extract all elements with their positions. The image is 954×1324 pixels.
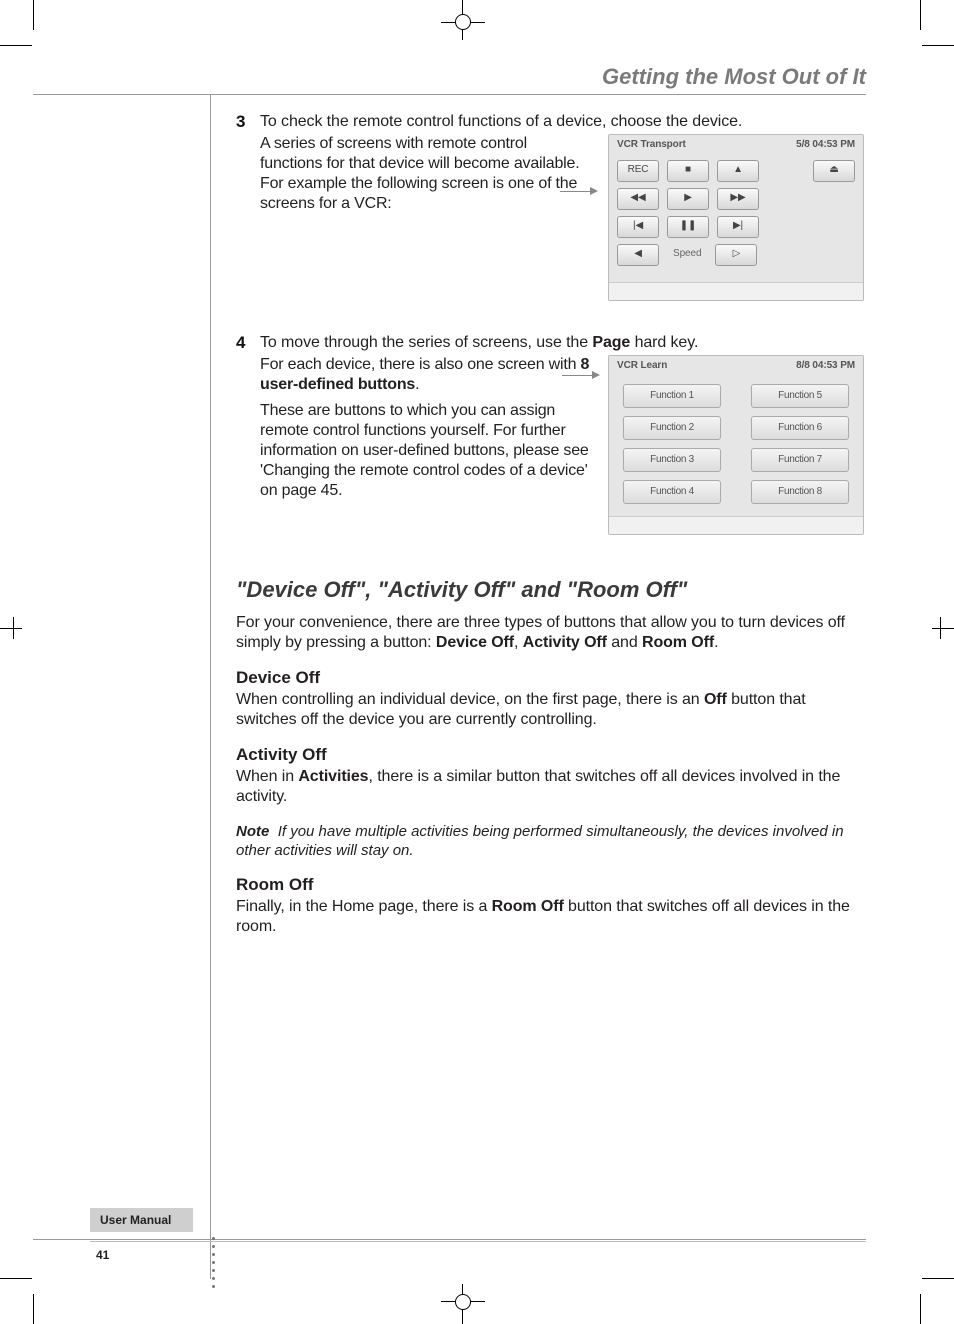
section-heading: "Device Off", "Activity Off" and "Room O… [236,577,864,603]
figure-vcr-transport: VCR Transport 5/8 04:53 PM REC ■ ▲ ⏏ [608,134,864,301]
paragraph: When controlling an individual device, o… [236,690,864,731]
figure-clock: 8/8 04:53 PM [796,360,855,373]
crop-mark [920,1294,921,1324]
step-body: To move through the series of screens, u… [260,333,864,536]
footer-rule [33,1239,866,1240]
step-text: For each device, there is also one scree… [260,355,590,536]
header-rule [33,94,866,95]
content-area: 3 To check the remote control functions … [236,112,864,952]
step-back-icon: ◀ [617,244,659,266]
paragraph: Finally, in the Home page, there is a Ro… [236,897,864,938]
paragraph: When in Activities, there is a similar b… [236,767,864,808]
stop-icon: ■ [667,160,709,182]
figure-clock: 5/8 04:53 PM [796,139,855,152]
function-button: Function 7 [751,448,849,472]
footer-label: User Manual [90,1208,193,1232]
step-text: A series of screens with remote control … [260,134,590,301]
crop-mark [0,45,32,46]
crop-mark [922,45,954,46]
chapter-title: Getting the Most Out of It [602,64,866,90]
eject-icon: ⏏ [813,160,855,182]
registration-icon [455,14,471,30]
speed-label: Speed [667,244,707,266]
subheading-room-off: Room Off [236,875,864,895]
figure-footer [609,282,863,300]
step-number: 4 [236,333,260,536]
footer-rule [90,1241,866,1242]
step-lead: To check the remote control functions of… [260,112,864,132]
section-intro: For your convenience, there are three ty… [236,613,864,654]
page-number: 41 [96,1248,109,1262]
subheading-activity-off: Activity Off [236,745,864,765]
note: Note If you have multiple activities bei… [236,822,864,861]
figure-vcr-learn: VCR Learn 8/8 04:53 PM Function 1 Functi… [608,355,864,536]
registration-icon [0,628,22,629]
prev-icon: |◀ [617,216,659,238]
step-number: 3 [236,112,260,301]
step-lead: To move through the series of screens, u… [260,333,864,353]
crop-mark [33,0,34,30]
crop-mark [920,0,921,30]
crop-mark [0,1278,32,1279]
crop-mark [33,1294,34,1324]
note-label: Note [236,823,269,840]
step-3: 3 To check the remote control functions … [236,112,864,301]
ffwd-icon: ▶▶ [717,188,759,210]
rewind-icon: ◀◀ [617,188,659,210]
function-button: Function 6 [751,416,849,440]
up-icon: ▲ [717,160,759,182]
dot-leader-icon [212,1237,215,1288]
registration-icon [932,628,954,629]
play-icon: ▶ [667,188,709,210]
figure-footer [609,516,863,534]
next-icon: ▶| [717,216,759,238]
crop-mark [922,1278,954,1279]
registration-icon [455,1294,471,1310]
function-button: Function 4 [623,480,721,504]
pause-icon: ❚❚ [667,216,709,238]
function-button: Function 8 [751,480,849,504]
figure-title: VCR Learn [617,360,667,373]
figure-title: VCR Transport [617,139,686,152]
step-fwd-icon: ▷ [715,244,757,266]
page: Getting the Most Out of It 3 To check th… [0,0,954,1324]
function-button: Function 5 [751,384,849,408]
function-button: Function 3 [623,448,721,472]
step-body: To check the remote control functions of… [260,112,864,301]
function-button: Function 1 [623,384,721,408]
side-rule [210,94,211,1279]
rec-button: REC [617,160,659,182]
subheading-device-off: Device Off [236,668,864,688]
function-button: Function 2 [623,416,721,440]
step-4: 4 To move through the series of screens,… [236,333,864,536]
